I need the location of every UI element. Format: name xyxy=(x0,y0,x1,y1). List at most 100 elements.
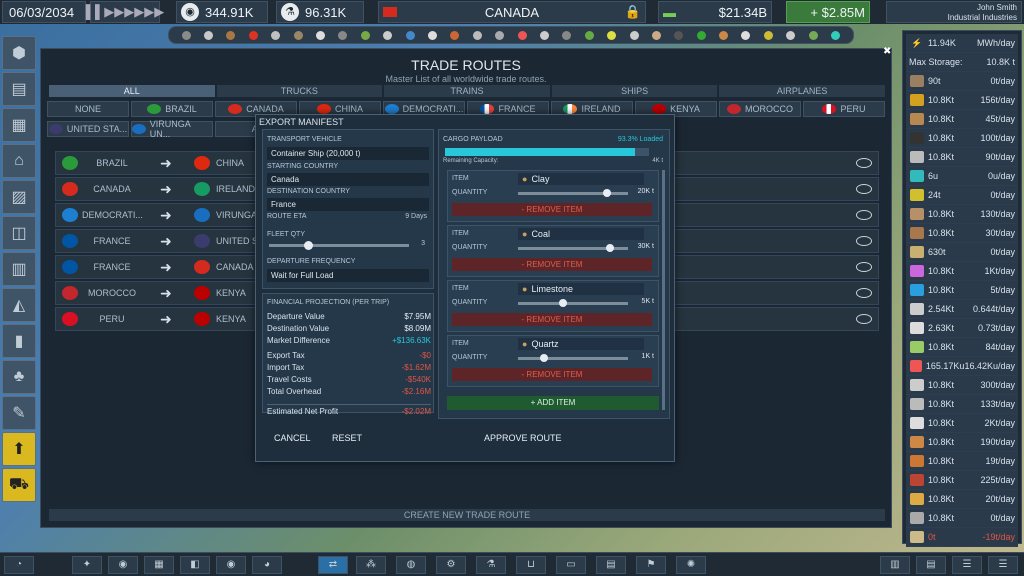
resource-row[interactable]: 10.8Kt 2Kt/day xyxy=(906,414,1018,433)
quantity-slider-knob[interactable] xyxy=(558,299,567,307)
resource-icon[interactable] xyxy=(539,30,549,40)
resource-row[interactable]: 10.8Kt 45t/day xyxy=(906,110,1018,129)
cancel-button[interactable]: CANCEL xyxy=(274,433,311,443)
building-icon[interactable]: ▦ xyxy=(2,108,36,142)
fleet-slider-knob[interactable] xyxy=(304,241,313,250)
resource-icon[interactable] xyxy=(360,30,370,40)
speed-controls[interactable]: ▌▌▶▶▶▶▶▶ xyxy=(86,1,164,23)
basket-icon[interactable]: ⊔ xyxy=(516,556,546,574)
notes-icon[interactable]: ▤ xyxy=(916,556,946,574)
menu-icon[interactable]: ☰ xyxy=(988,556,1018,574)
resource-icon[interactable] xyxy=(831,30,841,40)
resource-icon[interactable] xyxy=(383,30,393,40)
map-view-icon[interactable]: ◔ xyxy=(4,556,34,574)
power-row[interactable]: ⚡ 11.94K MWh/day xyxy=(906,34,1018,53)
factory-icon[interactable]: ⌂ xyxy=(2,144,36,178)
eye-icon[interactable] xyxy=(856,314,872,324)
quantity-slider[interactable] xyxy=(518,189,628,197)
fleet-slider[interactable] xyxy=(269,241,409,250)
country-selector[interactable]: CANADA 🔒 xyxy=(378,1,646,23)
lock-icon[interactable]: 🔒 xyxy=(625,4,641,20)
filter-brazil[interactable]: BRAZIL xyxy=(131,101,213,117)
filter-none[interactable]: NONE xyxy=(47,101,129,117)
remove-item-button[interactable]: - REMOVE ITEM xyxy=(452,368,652,381)
resource-row[interactable]: 10.8Kt 5t/day xyxy=(906,281,1018,300)
resource-row[interactable]: 10.8Kt 0t/day xyxy=(906,509,1018,528)
quantity-slider-knob[interactable] xyxy=(602,189,611,197)
quantity-slider[interactable] xyxy=(518,244,628,252)
close-icon[interactable]: ✖ xyxy=(883,47,893,57)
bulldozer-icon[interactable]: ⛟ xyxy=(2,468,36,502)
resource-icon[interactable] xyxy=(629,30,639,40)
start-country-select[interactable]: Canada xyxy=(267,173,429,186)
resource-row[interactable]: 10.8Kt 225t/day xyxy=(906,471,1018,490)
quantity-slider[interactable] xyxy=(518,354,628,362)
tab-ships[interactable]: SHIPS xyxy=(551,85,718,97)
dropper-icon[interactable]: ✎ xyxy=(2,396,36,430)
filter-usa[interactable]: UNITED STA... xyxy=(47,121,129,137)
forest-icon[interactable]: ♣ xyxy=(2,360,36,394)
resource-row[interactable]: 10.8Kt 20t/day xyxy=(906,490,1018,509)
quantity-slider-knob[interactable] xyxy=(540,354,548,362)
resource-row[interactable]: 10.8Kt 156t/day xyxy=(906,91,1018,110)
view-icon[interactable]: ◉ xyxy=(216,556,246,574)
resource-row[interactable]: 10.8Kt 133t/day xyxy=(906,395,1018,414)
resource-icon[interactable] xyxy=(338,30,348,40)
resource-icon[interactable] xyxy=(562,30,572,40)
refinery-icon[interactable]: ▥ xyxy=(2,252,36,286)
cargo-scrollbar[interactable] xyxy=(662,170,665,410)
document-icon[interactable]: ▤ xyxy=(596,556,626,574)
resource-icon[interactable] xyxy=(808,30,818,40)
resource-row[interactable]: 24t 0t/day xyxy=(906,186,1018,205)
resource-row[interactable]: 630t 0t/day xyxy=(906,243,1018,262)
item-select[interactable]: ● Quartz xyxy=(518,338,644,350)
resource-icon[interactable] xyxy=(472,30,482,40)
resource-icon[interactable] xyxy=(293,30,303,40)
resource-row[interactable]: 6u 0u/day xyxy=(906,167,1018,186)
resource-icon[interactable] xyxy=(427,30,437,40)
item-select[interactable]: ● Limestone xyxy=(518,283,644,295)
resource-icon[interactable] xyxy=(719,30,729,40)
hexagon-build-icon[interactable]: ⬢ xyxy=(2,36,36,70)
book-icon[interactable]: ▥ xyxy=(880,556,910,574)
filter-morocco[interactable]: MOROCCO xyxy=(719,101,801,117)
resource-icon[interactable] xyxy=(786,30,796,40)
resource-icon[interactable] xyxy=(741,30,751,40)
resource-row[interactable]: 10.8Kt 84t/day xyxy=(906,338,1018,357)
user-box[interactable]: John Smith Industrial Industries xyxy=(886,1,1022,23)
create-route-button[interactable]: CREATE NEW TRADE ROUTE xyxy=(49,509,885,521)
resource-icon[interactable] xyxy=(450,30,460,40)
pipe-icon[interactable]: ◫ xyxy=(2,216,36,250)
notifications-icon[interactable]: ☰ xyxy=(952,556,982,574)
resource-row[interactable]: 10.8Kt 190t/day xyxy=(906,433,1018,452)
resource-row[interactable]: 2.54Kt 0.644t/day xyxy=(906,300,1018,319)
eye-icon[interactable] xyxy=(856,288,872,298)
trade-routes-icon[interactable]: ⇄ xyxy=(318,556,348,574)
satellite-dish-icon[interactable]: ◕ xyxy=(252,556,282,574)
resource-icon[interactable] xyxy=(405,30,415,40)
eye-icon[interactable] xyxy=(856,158,872,168)
resource-icon[interactable] xyxy=(316,30,326,40)
reset-button[interactable]: RESET xyxy=(332,433,362,443)
resource-icon[interactable] xyxy=(696,30,706,40)
eye-icon[interactable] xyxy=(856,262,872,272)
research-icon[interactable]: ⚙ xyxy=(436,556,466,574)
upgrade-arrow-icon[interactable]: ⬆ xyxy=(2,432,36,466)
resource-icon[interactable] xyxy=(226,30,236,40)
eye-icon[interactable] xyxy=(856,236,872,246)
resource-icon[interactable] xyxy=(181,30,191,40)
resource-row[interactable]: 90t 0t/day xyxy=(906,72,1018,91)
filter-peru[interactable]: PERU xyxy=(803,101,885,117)
resource-icon[interactable] xyxy=(517,30,527,40)
resource-row[interactable]: 10.8Kt 90t/day xyxy=(906,148,1018,167)
resource-icon[interactable] xyxy=(607,30,617,40)
chat-icon[interactable]: ◍ xyxy=(396,556,426,574)
flask-icon[interactable]: ⚗ xyxy=(476,556,506,574)
resource-row[interactable]: 10.8Kt 130t/day xyxy=(906,205,1018,224)
resource-row[interactable]: 10.8Kt 30t/day xyxy=(906,224,1018,243)
item-select[interactable]: ● Coal xyxy=(518,228,644,240)
resource-icon[interactable] xyxy=(763,30,773,40)
quantity-slider-knob[interactable] xyxy=(606,244,614,252)
resource-row[interactable]: 10.8Kt 100t/day xyxy=(906,129,1018,148)
tab-trains[interactable]: TRAINS xyxy=(384,85,550,97)
